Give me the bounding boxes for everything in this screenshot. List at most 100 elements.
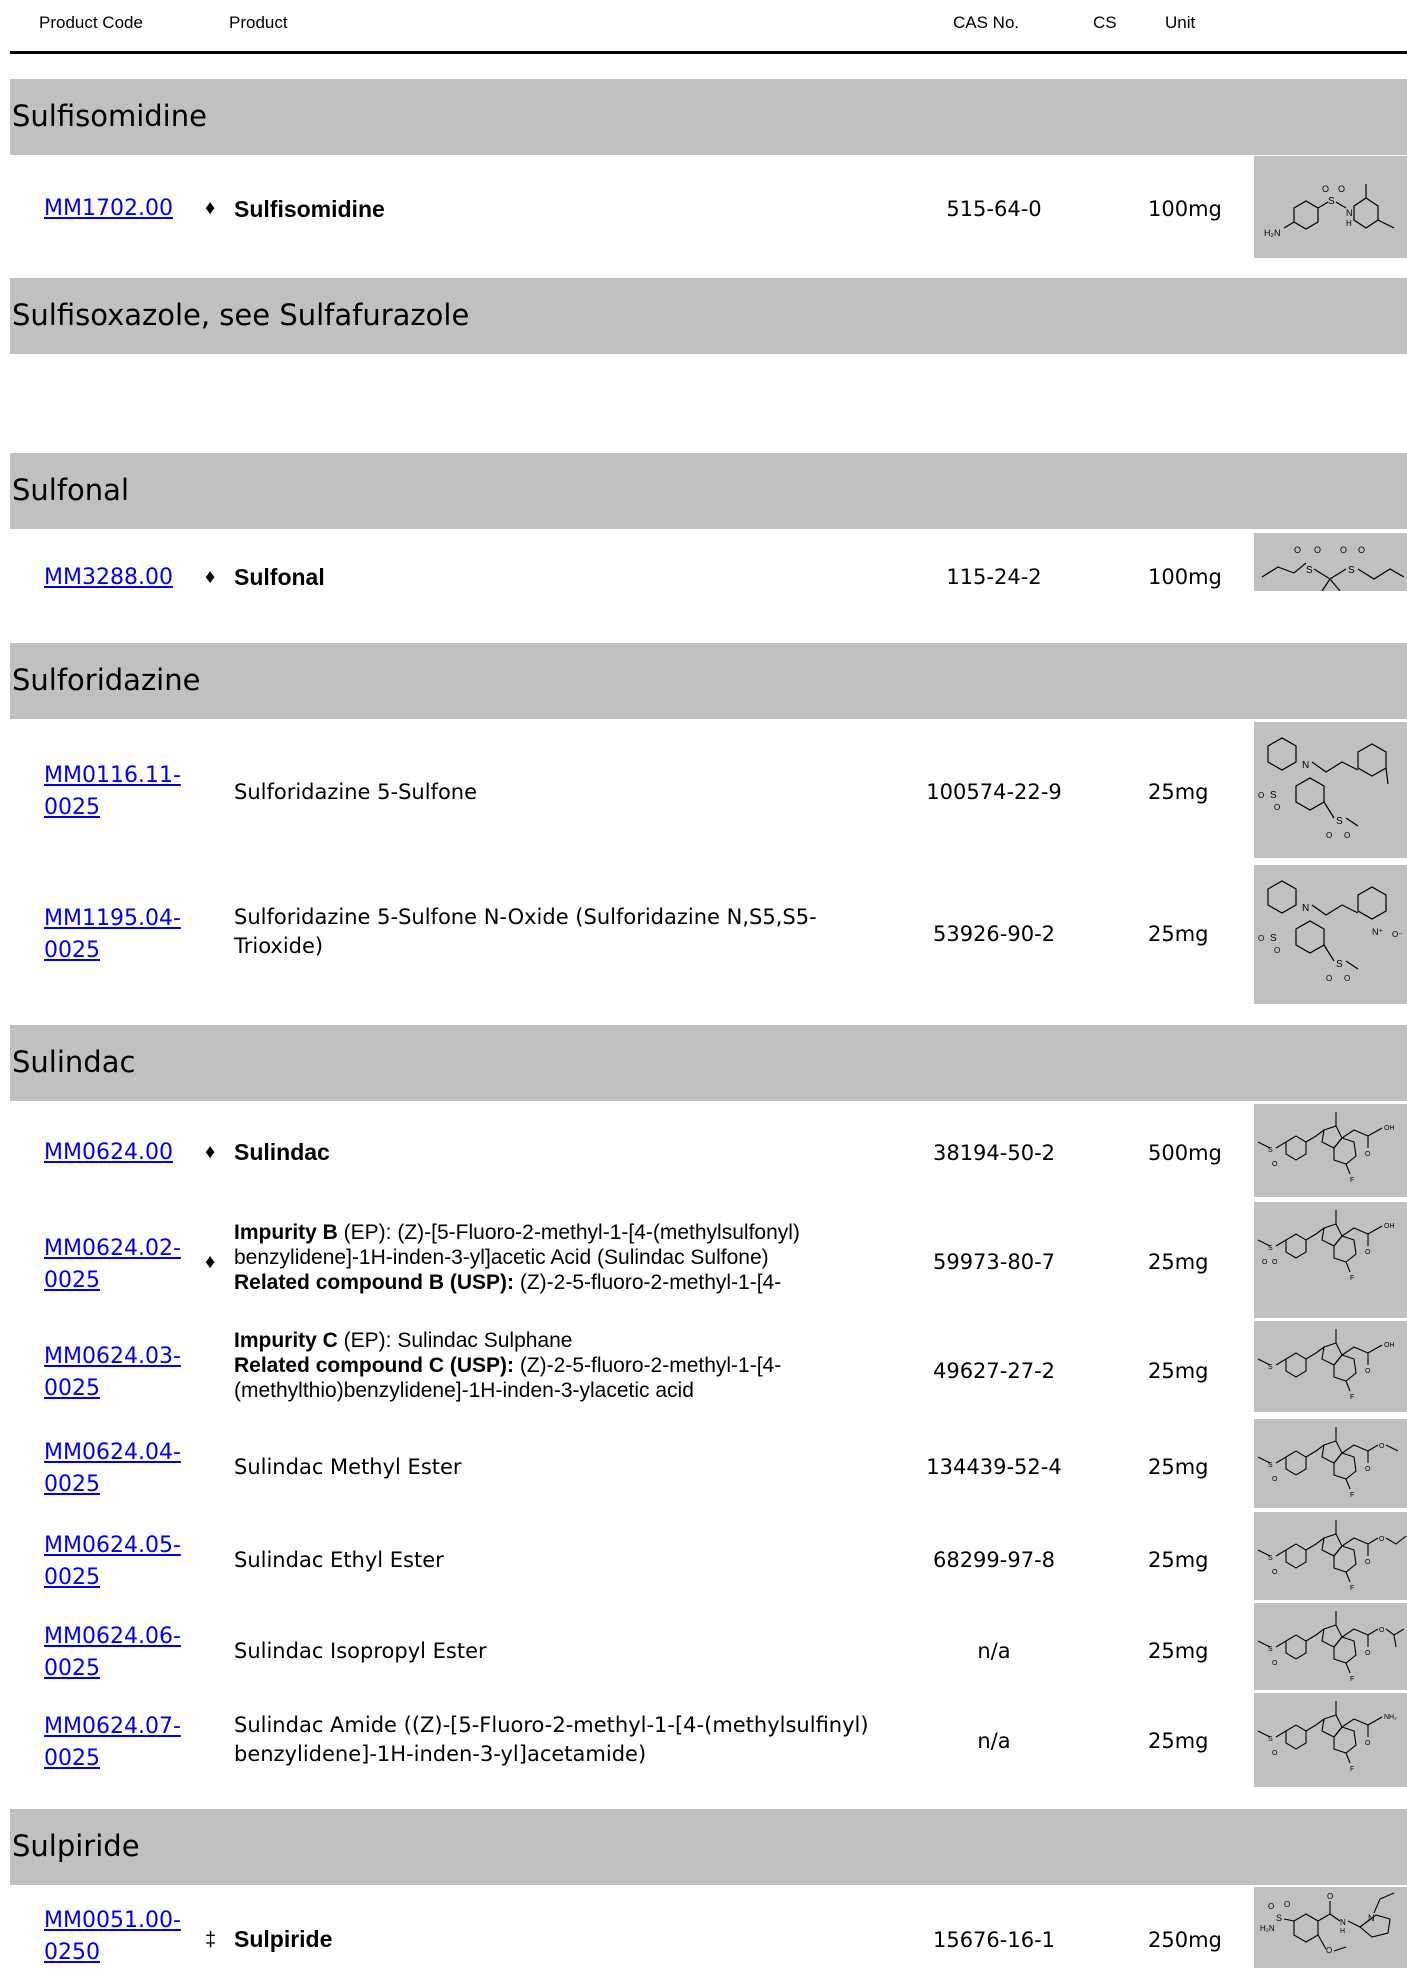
cas-number: 115-24-2 [946,565,1042,589]
unit: 25mg [1148,1455,1209,1479]
product-code-link[interactable]: MM0624.03- 0025 [44,1341,184,1405]
name-line: (methylthio)benzylidene]-1H-inden-3-ylac… [234,1379,694,1402]
svg-text:O: O [1326,831,1332,840]
sulindac-ethyl-ester-structure-icon: SOFOO [1254,1512,1407,1600]
svg-text:O: O [1365,1368,1371,1375]
svg-text:O: O [1268,1902,1274,1911]
section-title: Sulforidazine [12,663,201,697]
svg-text:S: S [1268,1555,1273,1562]
header-rule [10,51,1407,54]
svg-text:O: O [1344,831,1350,840]
svg-text:S: S [1268,1245,1273,1252]
cas-number: 15676-16-1 [932,1928,1056,1952]
svg-text:NH₂: NH₂ [1384,1714,1397,1721]
svg-text:N: N [1302,760,1309,771]
svg-text:N⁺: N⁺ [1372,927,1383,937]
product-name: Sulindac [234,1139,330,1165]
product-name: Sulindac Amide ((Z)-[5-Fluoro-2-methyl-1… [234,1713,869,1766]
product-name: Sulpiride [234,1926,333,1952]
svg-text:O: O [1344,974,1350,983]
svg-text:O: O [1272,1476,1278,1483]
sulforidazine-sulfone-structure-icon: N S O O S O O [1254,722,1407,858]
section-header: Sulfonal [10,453,1407,529]
svg-text:O: O [1365,1740,1371,1747]
header-product: Product [229,13,288,32]
svg-text:F: F [1350,1676,1354,1683]
availability-marker: ♦ [205,1251,216,1273]
product-code-link[interactable]: MM1702.00 [44,193,184,225]
unit: 250mg [1148,1928,1222,1952]
svg-text:S: S [1328,196,1335,207]
svg-text:OH: OH [1384,1125,1395,1132]
sulindac-amide-structure-icon: S O F O NH₂ [1254,1693,1407,1787]
product-code-link[interactable]: MM1195.04- 0025 [44,903,184,967]
svg-text:F: F [1350,1585,1354,1592]
section-header: Sulpiride [10,1809,1407,1885]
svg-text:O: O [1365,1650,1371,1657]
cas-number: 100574-22-9 [926,780,1062,804]
cas-number: 59973-80-7 [932,1250,1056,1274]
svg-text:O: O [1272,1259,1278,1266]
svg-text:H₂N: H₂N [1260,1924,1275,1933]
svg-text:O⁻: O⁻ [1392,930,1402,939]
sulindac-sulphide-structure-icon: S F O OH [1254,1321,1407,1412]
svg-text:F: F [1350,1492,1354,1499]
svg-text:S: S [1306,565,1313,576]
svg-text:S: S [1270,933,1277,944]
svg-text:O: O [1358,545,1365,555]
sulforidazine-trioxide-structure-icon: N S O O S O O N⁺ O⁻ [1254,865,1407,1004]
unit: 25mg [1148,1639,1209,1663]
unit: 100mg [1148,565,1222,589]
svg-text:F: F [1350,1275,1354,1282]
svg-text:S: S [1268,1364,1273,1371]
svg-text:S: S [1348,565,1355,576]
product-code-link[interactable]: MM0624.00 [44,1137,184,1169]
product-code-link[interactable]: MM0624.06- 0025 [44,1621,184,1685]
availability-marker: ♦ [205,566,216,588]
product-name: Sulforidazine 5-Sulfone N-Oxide (Sulfori… [234,905,817,958]
unit: 25mg [1148,1250,1209,1274]
product-code-link[interactable]: MM0116.11- 0025 [44,760,184,824]
availability-marker: ‡ [205,1929,217,1951]
svg-text:O: O [1274,803,1280,812]
product-name: Impurity C (EP): Sulindac Sulphane Relat… [234,1328,914,1403]
product-code-link[interactable]: MM0624.02- 0025 [44,1233,184,1297]
svg-text:F: F [1350,1177,1354,1184]
name-line: Related compound B (USP): (Z)-2-5-fluoro… [234,1271,782,1294]
unit: 100mg [1148,197,1222,221]
product-name: Impurity B (EP): (Z)-[5-Fluoro-2-methyl-… [234,1220,914,1295]
availability-marker: ♦ [205,197,216,219]
svg-text:O: O [1340,545,1347,555]
svg-text:O: O [1379,1443,1385,1450]
sulindac-sulfone-structure-icon: S O O F O OH [1254,1202,1407,1318]
header-product-code: Product Code [39,13,143,32]
svg-text:O: O [1272,1750,1278,1757]
sulindac-isopropyl-ester-structure-icon: SOFOO [1254,1603,1407,1690]
sulpiride-structure-icon: H₂N S OO O NH N O [1254,1887,1407,1968]
availability-marker: ♦ [205,1141,216,1163]
svg-text:N: N [1340,1918,1346,1927]
svg-text:O: O [1284,1900,1290,1909]
header-unit: Unit [1165,13,1196,32]
svg-text:O: O [1262,1259,1268,1266]
svg-text:H: H [1346,219,1352,228]
product-code-link[interactable]: MM0624.07- 0025 [44,1711,184,1775]
svg-text:O: O [1327,1892,1333,1901]
section-header: Sulforidazine [10,643,1407,719]
unit: 500mg [1148,1141,1222,1165]
product-code-link[interactable]: MM0624.04- 0025 [44,1437,184,1501]
svg-text:O: O [1379,1536,1385,1543]
svg-text:O: O [1365,1559,1371,1566]
header-cas: CAS No. [953,13,1020,32]
product-code-link[interactable]: MM3288.00 [44,562,184,594]
product-code-link[interactable]: MM0624.05- 0025 [44,1530,184,1594]
cas-number: n/a [977,1639,1011,1663]
svg-text:O: O [1326,974,1332,983]
svg-text:O: O [1379,1627,1385,1634]
svg-text:S: S [1336,959,1343,970]
svg-text:O: O [1365,1151,1371,1158]
svg-text:O: O [1338,184,1345,194]
sulfonal-structure-icon: S O O S O O [1254,533,1407,591]
product-code-link[interactable]: MM0051.00- 0250 [44,1905,184,1969]
cas-number: 53926-90-2 [932,922,1056,946]
